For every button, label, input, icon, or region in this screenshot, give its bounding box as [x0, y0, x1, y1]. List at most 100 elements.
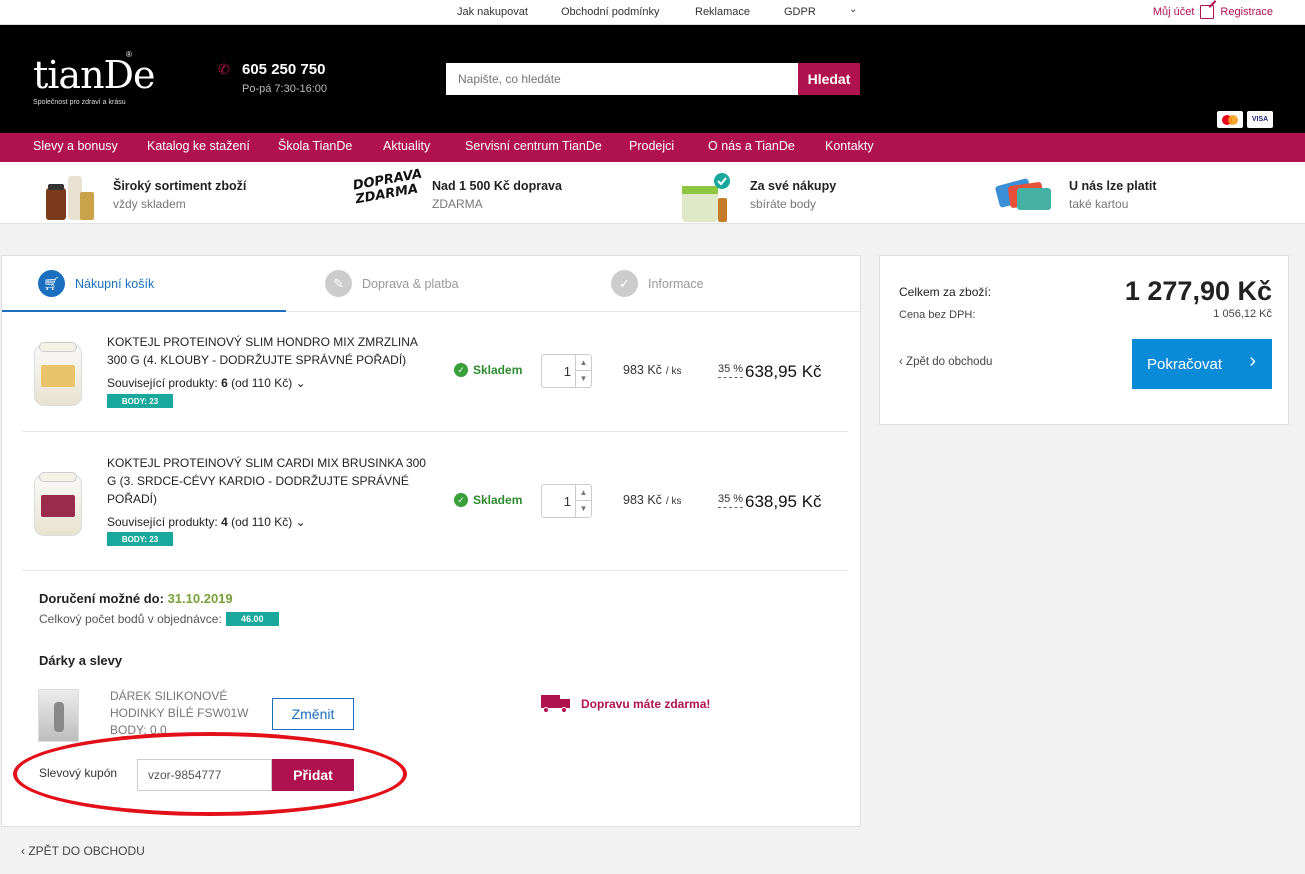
my-account-link[interactable]: Můj účet: [1153, 6, 1195, 18]
link-gdpr[interactable]: GDPR: [784, 6, 816, 18]
logo[interactable]: tianDe ® Společnost pro zdraví a krásu: [33, 50, 156, 106]
benefit-subtitle: také kartou: [1069, 197, 1129, 211]
cart-panel: 🛒︎ Nákupní košík ✎ Doprava & platba ✓ In…: [1, 255, 861, 827]
total-price: 1 277,90 Kč: [1124, 276, 1272, 306]
quantity-value[interactable]: 1: [564, 494, 571, 509]
decrement-icon[interactable]: ▼: [576, 371, 591, 387]
change-gift-button[interactable]: Změnit: [272, 698, 354, 730]
net-label: Cena bez DPH:: [899, 309, 976, 321]
top-bar: Jak nakupovat Obchodní podmínky Reklamac…: [0, 0, 1305, 25]
credit-cards-icon: [995, 178, 1051, 210]
products-icon: [46, 176, 94, 220]
phone-icon: ✆: [218, 61, 230, 77]
payment-cards: VISA: [1217, 111, 1273, 128]
nav-item-catalog[interactable]: Katalog ke stažení: [147, 139, 250, 153]
gift-image: [38, 689, 79, 742]
benefit-title: Nad 1 500 Kč doprava: [432, 179, 562, 193]
cart-item: KOKTEJL PROTEINOVÝ SLIM HONDRO MIX ZMRZL…: [22, 312, 848, 432]
chevron-down-icon[interactable]: ⌄: [296, 515, 306, 529]
cart-item: KOKTEJL PROTEINOVÝ SLIM CARDI MIX BRUSIN…: [22, 432, 848, 571]
benefit-points: Za své nákupy sbíráte body: [678, 162, 938, 224]
benefit-title: Široký sortiment zboží: [113, 179, 247, 193]
coupon-input[interactable]: [137, 759, 272, 791]
related-products[interactable]: Související produkty: 4 (od 110 Kč) ⌄: [107, 515, 306, 529]
benefit-assortment: Široký sortiment zboží vždy skladem: [36, 162, 286, 224]
register-link[interactable]: Registrace: [1220, 6, 1273, 18]
check-circle-icon: ✓: [454, 493, 468, 507]
continue-button[interactable]: Pokračovat ›: [1132, 339, 1272, 389]
related-products[interactable]: Související produkty: 6 (od 110 Kč) ⌄: [107, 376, 306, 390]
check-icon: ✓: [611, 270, 638, 297]
body-points-badge: BODY: 23: [107, 532, 173, 546]
discount-percent: 35 %: [718, 493, 744, 508]
order-points: Celkový počet bodů v objednávce: 46.00: [39, 612, 279, 626]
link-complaints[interactable]: Reklamace: [695, 6, 750, 18]
nav-item-sellers[interactable]: Prodejci: [629, 139, 674, 153]
benefit-free-delivery: DOPRAVA ZDARMA Nad 1 500 Kč doprava ZDAR…: [352, 162, 612, 224]
header: tianDe ® Společnost pro zdraví a krásu ✆…: [0, 25, 1305, 133]
unit-price: 983 Kč / ks: [623, 493, 682, 507]
search-input[interactable]: [446, 63, 798, 95]
unit-price: 983 Kč / ks: [623, 363, 682, 377]
nav-item-about[interactable]: O nás a TianDe: [708, 139, 795, 153]
free-delivery-icon: DOPRAVA ZDARMA: [351, 166, 424, 208]
nav-item-school[interactable]: Škola TianDe: [278, 139, 352, 153]
back-to-shop-link[interactable]: ‹ Zpět do obchodu: [899, 356, 992, 368]
stock-status: ✓ Skladem: [454, 493, 522, 507]
nav-item-service-center[interactable]: Servisní centrum TianDe: [465, 139, 602, 153]
total-label: Celkem za zboží:: [899, 285, 992, 299]
benefit-subtitle: ZDARMA: [432, 197, 483, 211]
increment-icon[interactable]: ▲: [576, 355, 591, 371]
main-nav: Slevy a bonusy Katalog ke stažení Škola …: [0, 133, 1305, 162]
check-circle-icon: ✓: [454, 363, 468, 377]
nav-item-discounts[interactable]: Slevy a bonusy: [33, 139, 118, 153]
benefit-cards: U nás lze platit také kartou: [995, 162, 1255, 224]
quantity-stepper[interactable]: 1 ▲ ▼: [541, 354, 592, 388]
free-shipping-notice: Dopravu máte zdarma!: [541, 695, 710, 713]
search-button[interactable]: Hledat: [798, 63, 860, 95]
chevron-left-icon: ‹: [21, 844, 25, 858]
benefit-subtitle: vždy skladem: [113, 197, 186, 211]
product-image[interactable]: [34, 472, 82, 536]
quantity-value[interactable]: 1: [564, 364, 571, 379]
add-coupon-button[interactable]: Přidat: [272, 759, 354, 791]
phone-number[interactable]: 605 250 750: [218, 61, 327, 78]
mastercard-icon: [1217, 111, 1243, 128]
body-points-badge: BODY: 23: [107, 394, 173, 408]
final-price: 638,95 Kč: [745, 362, 822, 381]
link-how-to-buy[interactable]: Jak nakupovat: [457, 6, 528, 18]
gifts-heading: Dárky a slevy: [39, 653, 123, 668]
benefit-title: Za své nákupy: [750, 179, 837, 193]
chevron-down-icon[interactable]: ⌄: [849, 4, 857, 15]
points-jar-icon: [682, 173, 730, 222]
nav-item-news[interactable]: Aktuality: [383, 139, 430, 153]
benefit-title: U nás lze platit: [1069, 179, 1157, 193]
phone-contact: ✆ 605 250 750 Po-pá 7:30-16:00: [218, 61, 327, 95]
opening-hours: Po-pá 7:30-16:00: [242, 83, 328, 95]
product-name[interactable]: KOKTEJL PROTEINOVÝ SLIM CARDI MIX BRUSIN…: [107, 454, 437, 508]
chevron-left-icon: ‹: [899, 356, 903, 368]
points-badge: 46.00: [225, 612, 279, 626]
quantity-stepper[interactable]: 1 ▲ ▼: [541, 484, 592, 518]
delivery-date: Doručení možné do: 31.10.2019: [39, 591, 233, 606]
truck-icon: [541, 695, 571, 713]
edit-icon[interactable]: [1200, 5, 1215, 19]
product-name[interactable]: KOKTEJL PROTEINOVÝ SLIM HONDRO MIX ZMRZL…: [107, 333, 437, 369]
nav-item-contacts[interactable]: Kontakty: [825, 139, 874, 153]
step-shipping[interactable]: ✎ Doprava & platba: [325, 270, 459, 297]
increment-icon[interactable]: ▲: [576, 485, 591, 501]
step-information[interactable]: ✓ Informace: [611, 270, 704, 297]
link-terms[interactable]: Obchodní podmínky: [561, 6, 659, 18]
chevron-right-icon: ›: [1249, 350, 1256, 372]
product-image[interactable]: [34, 342, 82, 406]
decrement-icon[interactable]: ▼: [576, 501, 591, 517]
step-cart[interactable]: 🛒︎ Nákupní košík: [38, 270, 154, 297]
net-price: 1 056,12 Kč: [1213, 308, 1272, 320]
benefits-bar: Široký sortiment zboží vždy skladem DOPR…: [0, 162, 1305, 224]
account-area: Můj účet Registrace: [1153, 5, 1273, 19]
benefit-subtitle: sbíráte body: [750, 197, 817, 211]
chevron-down-icon[interactable]: ⌄: [296, 376, 306, 390]
pencil-icon: ✎: [325, 270, 352, 297]
coupon-label: Slevový kupón: [39, 766, 118, 780]
back-to-shop-link[interactable]: ‹ ZPĚT DO OBCHODU: [21, 844, 145, 858]
